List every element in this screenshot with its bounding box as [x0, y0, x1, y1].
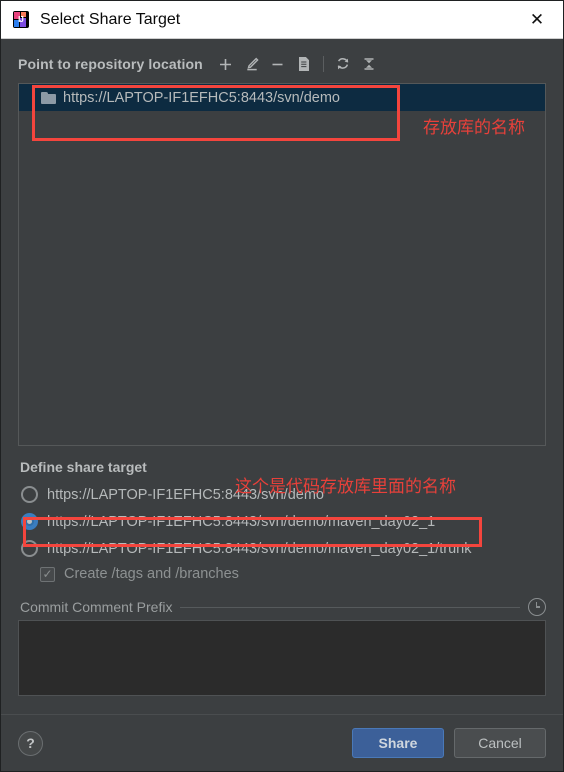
tree-item-repository[interactable]: https://LAPTOP-IF1EFHC5:8443/svn/demo [19, 84, 545, 111]
remove-location-button[interactable] [265, 53, 291, 75]
share-target-option-1[interactable]: https://LAPTOP-IF1EFHC5:8443/svn/demo/ma… [18, 508, 546, 535]
checkbox-icon[interactable]: ✓ [40, 566, 55, 582]
close-icon[interactable]: ✕ [515, 2, 559, 38]
share-target-option-label: https://LAPTOP-IF1EFHC5:8443/svn/demo/ma… [47, 513, 436, 530]
folder-icon [41, 91, 56, 104]
create-tags-branches-label: Create /tags and /branches [64, 566, 239, 582]
share-target-option-2[interactable]: https://LAPTOP-IF1EFHC5:8443/svn/demo/ma… [18, 535, 546, 562]
refresh-button[interactable] [330, 53, 356, 75]
share-button[interactable]: Share [352, 728, 444, 758]
clock-icon[interactable] [528, 598, 546, 616]
commit-prefix-header: Commit Comment Prefix [20, 598, 546, 616]
radio-icon[interactable] [21, 486, 38, 503]
help-button[interactable]: ? [18, 730, 43, 756]
window-title: Select Share Target [40, 10, 181, 28]
create-tags-branches-row[interactable]: ✓ Create /tags and /branches [18, 562, 546, 586]
select-share-target-dialog: IJ Select Share Target ✕ Point to reposi… [0, 0, 564, 772]
separator-line [180, 606, 520, 608]
annotation-repository-name: 存放库的名称 [423, 118, 525, 138]
add-location-button[interactable] [213, 53, 239, 75]
tree-item-label: https://LAPTOP-IF1EFHC5:8443/svn/demo [63, 89, 340, 106]
radio-icon-selected[interactable] [21, 513, 38, 530]
collapse-all-button[interactable] [356, 53, 382, 75]
share-target-option-label: https://LAPTOP-IF1EFHC5:8443/svn/demo/ma… [47, 540, 472, 557]
dialog-footer: ? Share Cancel [1, 714, 563, 771]
cancel-button[interactable]: Cancel [454, 728, 546, 758]
repository-toolbar: Point to repository location [18, 52, 546, 76]
title-bar: IJ Select Share Target ✕ [1, 1, 563, 39]
annotation-project-name: 这个是代码存放库里面的名称 [235, 477, 456, 497]
toolbar-separator [322, 56, 324, 72]
dialog-body: Point to repository location https://LAP… [1, 39, 563, 714]
intellij-idea-icon: IJ [11, 10, 31, 30]
repository-section-label: Point to repository location [18, 56, 203, 72]
copy-location-button[interactable] [291, 53, 317, 75]
commit-prefix-label: Commit Comment Prefix [20, 599, 173, 615]
commit-prefix-input[interactable] [18, 620, 546, 696]
edit-location-button[interactable] [239, 53, 265, 75]
radio-icon[interactable] [21, 540, 38, 557]
